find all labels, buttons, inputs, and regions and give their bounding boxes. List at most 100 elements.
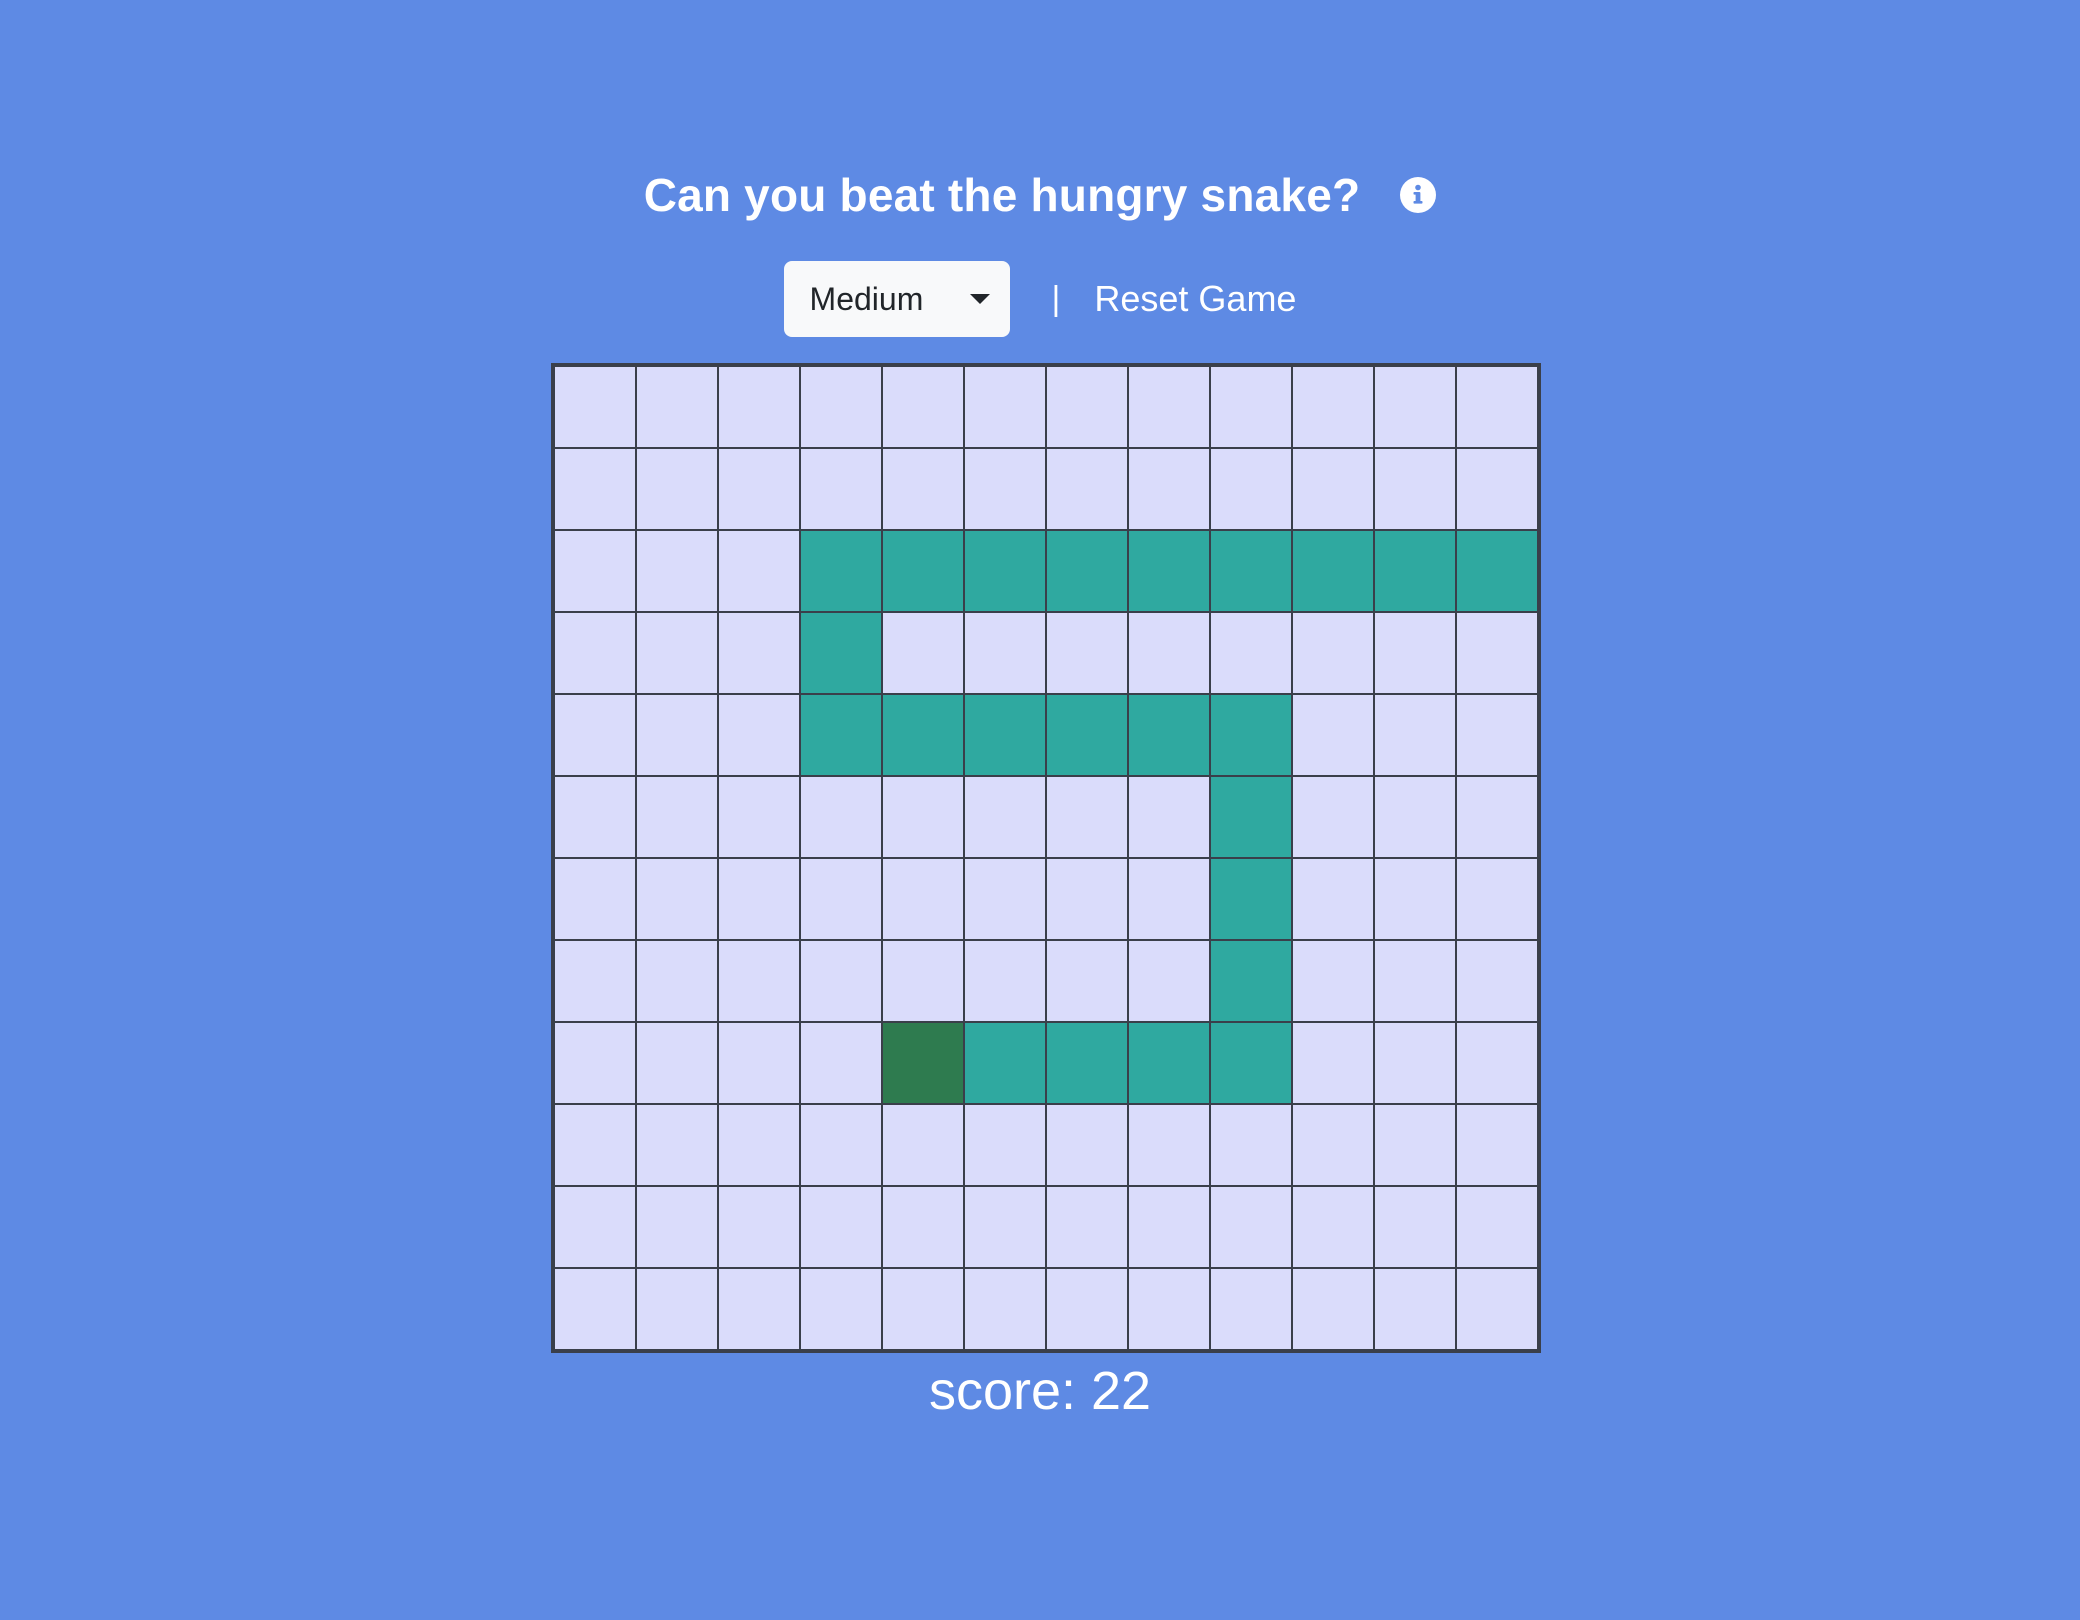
board-cell: [718, 694, 800, 776]
board-cell: [882, 858, 964, 940]
board-cell: [1128, 612, 1210, 694]
game-board[interactable]: [551, 363, 1541, 1353]
board-cell: [1374, 776, 1456, 858]
board-cell: [1046, 1186, 1128, 1268]
chevron-down-icon: [969, 294, 990, 304]
board-cell: [882, 1268, 964, 1350]
snake-body-cell: [1292, 530, 1374, 612]
controls-bar: Medium | Reset Game: [0, 261, 2080, 337]
board-cell: [718, 448, 800, 530]
board-cell: [964, 1186, 1046, 1268]
board-cell: [554, 776, 636, 858]
board-cell: [1374, 1022, 1456, 1104]
board-cell: [554, 940, 636, 1022]
board-cell: [718, 1104, 800, 1186]
board-cell: [964, 366, 1046, 448]
board-cell: [1210, 1186, 1292, 1268]
board-cell: [1456, 776, 1538, 858]
board-cell: [1210, 1268, 1292, 1350]
board-cell: [1374, 366, 1456, 448]
board-cell: [554, 366, 636, 448]
board-cell: [554, 530, 636, 612]
board-cell: [1292, 858, 1374, 940]
board-cell: [718, 1022, 800, 1104]
board-cell: [636, 530, 718, 612]
board-cell: [1046, 940, 1128, 1022]
board-cell: [554, 1268, 636, 1350]
board-cell: [1374, 858, 1456, 940]
board-cell: [1456, 858, 1538, 940]
reset-game-button[interactable]: Reset Game: [1094, 278, 1296, 320]
snake-body-cell: [1210, 1022, 1292, 1104]
board-cell: [1456, 366, 1538, 448]
page-title: Can you beat the hungry snake?: [643, 169, 1361, 221]
board-cell: [636, 694, 718, 776]
board-cell: [1292, 776, 1374, 858]
board-cell: [636, 612, 718, 694]
board-cell: [554, 448, 636, 530]
snake-body-cell: [1456, 530, 1538, 612]
board-cell: [964, 612, 1046, 694]
board-cell: [964, 776, 1046, 858]
board-cell: [800, 1268, 882, 1350]
board-cell: [1456, 448, 1538, 530]
board-cell: [718, 940, 800, 1022]
board-cell: [1046, 612, 1128, 694]
board-cell: [800, 448, 882, 530]
board-cell: [1456, 612, 1538, 694]
board-cell: [554, 858, 636, 940]
score-display: score: 22: [928, 1361, 1152, 1421]
board-cell: [964, 1104, 1046, 1186]
snake-game-app: Can you beat the hungry snake? Medium | …: [0, 0, 2080, 1620]
board-cell: [1292, 448, 1374, 530]
difficulty-select[interactable]: Medium: [783, 261, 1010, 337]
board-cell: [1046, 448, 1128, 530]
board-cell: [1046, 776, 1128, 858]
difficulty-select-value: Medium: [809, 280, 924, 317]
board-cell: [636, 1268, 718, 1350]
board-cell: [800, 1104, 882, 1186]
board-cell: [1128, 448, 1210, 530]
board-cell: [1456, 1022, 1538, 1104]
snake-body-cell: [1128, 1022, 1210, 1104]
board-cell: [1128, 1104, 1210, 1186]
snake-body-cell: [1128, 694, 1210, 776]
board-cell: [718, 1268, 800, 1350]
board-cell: [1128, 366, 1210, 448]
board-cell: [1210, 366, 1292, 448]
board-cell: [882, 366, 964, 448]
board-cell: [636, 940, 718, 1022]
board-cell: [1374, 612, 1456, 694]
board-cell: [1456, 940, 1538, 1022]
board-cell: [718, 366, 800, 448]
snake-body-cell: [1046, 530, 1128, 612]
board-cell: [718, 858, 800, 940]
board-cell: [1128, 858, 1210, 940]
board-cell: [1046, 858, 1128, 940]
board-cell: [636, 858, 718, 940]
board-cell: [1292, 1104, 1374, 1186]
info-icon[interactable]: [1400, 177, 1437, 213]
board-cell: [800, 940, 882, 1022]
board-cell: [636, 776, 718, 858]
board-cell: [800, 858, 882, 940]
board-cell: [800, 1186, 882, 1268]
board-cell: [1128, 940, 1210, 1022]
board-cell: [1210, 1104, 1292, 1186]
snake-body-cell: [1210, 694, 1292, 776]
board-cell: [882, 940, 964, 1022]
snake-body-cell: [882, 530, 964, 612]
board-cell: [1292, 1186, 1374, 1268]
board-cell: [1046, 1104, 1128, 1186]
board-cell: [882, 776, 964, 858]
board-cell: [636, 448, 718, 530]
board-cell: [1292, 694, 1374, 776]
board-cell: [554, 694, 636, 776]
board-cell: [964, 1268, 1046, 1350]
board-cell: [554, 1104, 636, 1186]
board-cell: [964, 858, 1046, 940]
board-cell: [882, 448, 964, 530]
board-cell: [718, 776, 800, 858]
board-cell: [636, 366, 718, 448]
board-cell: [1374, 448, 1456, 530]
